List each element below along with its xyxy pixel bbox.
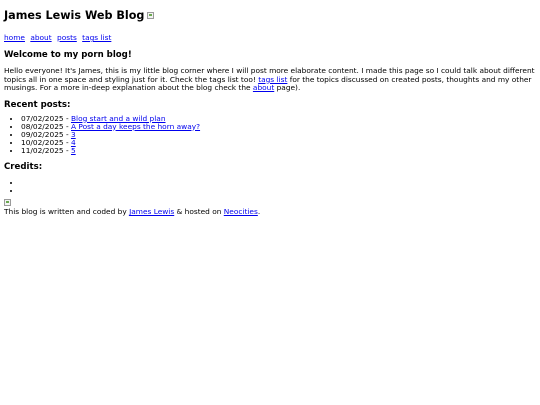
list-item	[21, 187, 537, 195]
credits-list	[4, 179, 537, 195]
post-date: 11/02/2025	[21, 145, 64, 155]
footer-author-link[interactable]: James Lewis	[129, 207, 174, 216]
nav-link-posts[interactable]: posts	[57, 33, 77, 42]
header-image-icon	[147, 12, 155, 19]
post-separator: -	[63, 145, 71, 155]
page: James Lewis Web Blog home about posts ta…	[0, 0, 540, 216]
post-link[interactable]: 5	[71, 146, 76, 155]
welcome-heading: Welcome to my porn blog!	[4, 50, 132, 60]
site-title: James Lewis Web Blog	[4, 9, 145, 22]
nav-link-home[interactable]: home	[4, 33, 25, 42]
recent-posts-heading: Recent posts:	[4, 99, 71, 110]
main-nav: home about posts tags list	[4, 33, 537, 43]
recent-posts-list: 07/02/2025 - Blog start and a wild plan …	[4, 114, 537, 155]
intro-paragraph: Hello everyone! It's James, this is my l…	[4, 66, 537, 93]
list-item: 08/02/2025 - A Post a day keeps the horn…	[21, 122, 537, 131]
footer-image-icon	[4, 199, 11, 207]
list-item: 10/02/2025 - 4	[21, 138, 537, 147]
list-item	[21, 179, 537, 187]
intro-about-link[interactable]: about	[253, 83, 274, 92]
footer-text-3: .	[257, 207, 261, 217]
list-item: 09/02/2025 - 3	[21, 130, 537, 139]
footer: This blog is written and coded by James …	[4, 207, 537, 216]
footer-host-link[interactable]: Neocities	[224, 207, 258, 216]
credits-heading: Credits:	[4, 161, 43, 172]
footer-text-2: & hosted on	[174, 207, 224, 217]
post-link[interactable]: A Post a day keeps the horn away?	[71, 122, 200, 131]
footer-text-1: This blog is written and coded by	[4, 207, 130, 217]
nav-link-about[interactable]: about	[30, 33, 51, 42]
nav-link-tags[interactable]: tags list	[82, 33, 111, 42]
list-item: 11/02/2025 - 5	[21, 145, 537, 155]
intro-text-3: page).	[274, 83, 301, 92]
site-header: James Lewis Web Blog	[4, 8, 537, 23]
